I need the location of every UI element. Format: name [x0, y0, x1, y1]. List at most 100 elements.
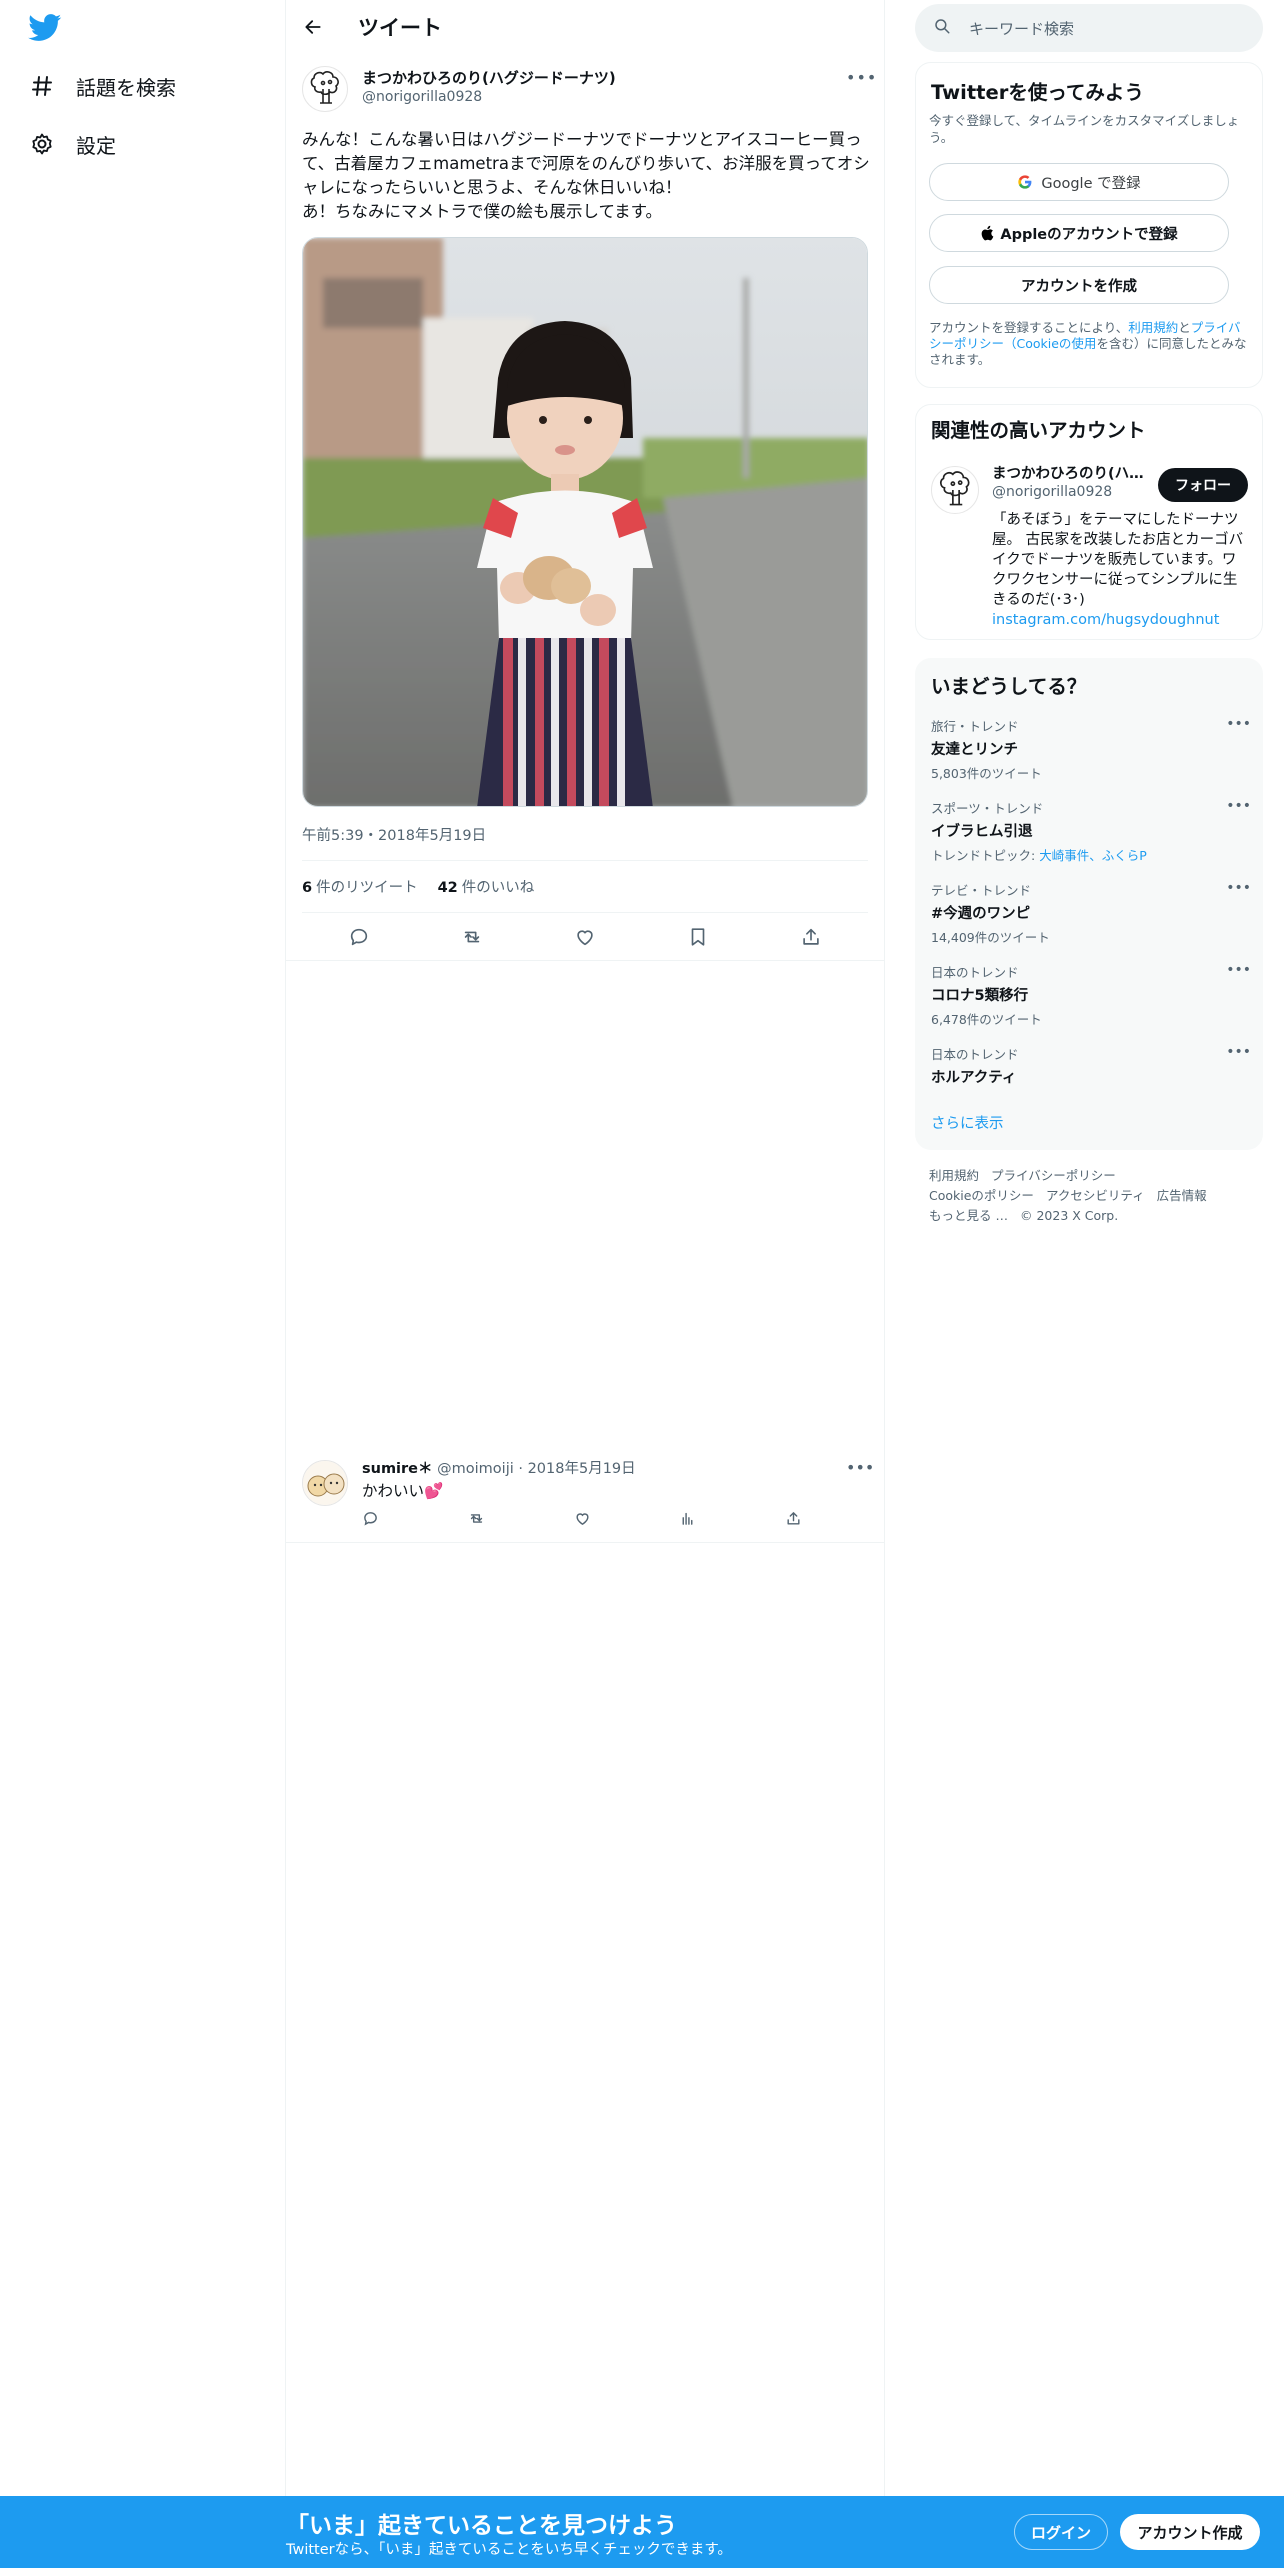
related-accounts-title: 関連性の高いアカウント: [931, 419, 1146, 442]
divider: [302, 860, 868, 861]
trend-item[interactable]: 日本のトレンド ホルアクティ •••: [931, 1044, 1251, 1087]
trend-topics-links[interactable]: 大崎事件、ふくらP: [1039, 848, 1147, 863]
trend-topics-label: トレンドトピック:: [931, 848, 1040, 863]
trend-title: コロナ5類移行: [931, 988, 1029, 1004]
nav-explore-label: 話題を検索: [76, 75, 176, 100]
related-account-avatar[interactable]: [931, 466, 979, 514]
create-account-button[interactable]: アカウントを作成: [929, 266, 1229, 304]
signup-title: Twitterを使ってみよう: [931, 81, 1144, 104]
more-options-icon[interactable]: •••: [846, 68, 877, 87]
search-icon: [933, 17, 951, 39]
signup-button[interactable]: アカウント作成: [1120, 2514, 1260, 2550]
trend-topics: トレンドトピック: 大崎事件、ふくらP: [931, 845, 1251, 864]
footer-privacy-link[interactable]: プライバシーポリシー: [991, 1168, 1116, 1183]
retweet-count-value: 6: [302, 880, 313, 896]
trend-item[interactable]: 日本のトレンド コロナ5類移行 6,478件のツイート •••: [931, 962, 1251, 1028]
tweet-author-avatar[interactable]: [302, 66, 348, 112]
more-options-icon[interactable]: •••: [1226, 880, 1251, 896]
reply-header: sumire＊ @moimoiji · 2018年5月19日: [362, 1457, 636, 1478]
terms-and: と: [1178, 320, 1191, 335]
page-title: ツイート: [358, 16, 442, 40]
tweet-actions: [302, 922, 868, 956]
tweet-author-handle[interactable]: @norigorilla0928: [362, 89, 482, 105]
reply-icon[interactable]: [348, 926, 370, 952]
trend-title: ホルアクティ: [931, 1070, 1017, 1086]
retweet-count[interactable]: 6 件のリツイート: [302, 876, 418, 897]
bio-text: 「あそぼう」をテーマにしたドーナツ屋。 古民家を改装したお店とカーゴバイクでドー…: [992, 512, 1244, 608]
google-signup-button[interactable]: Google で登録: [929, 163, 1229, 201]
trend-category: 日本のトレンド: [931, 965, 1019, 980]
search-placeholder: キーワード検索: [969, 19, 1075, 38]
share-icon[interactable]: [785, 1510, 802, 1531]
login-button[interactable]: ログイン: [1014, 2514, 1108, 2550]
tweet-author-name[interactable]: まつかわひろのり(ハグジードーナツ): [362, 67, 616, 88]
reply-text: かわいい💕: [362, 1482, 444, 1500]
trends-title: いまどうしてる？: [931, 675, 1087, 698]
trend-category: 日本のトレンド: [931, 1047, 1019, 1062]
footer-terms-link[interactable]: 利用規約: [929, 1168, 979, 1183]
trend-title: 友達とリンチ: [931, 742, 1018, 758]
tweet-photo[interactable]: [302, 237, 868, 807]
more-options-icon[interactable]: •••: [1226, 798, 1251, 814]
like-count[interactable]: 42 件のいいね: [438, 876, 535, 897]
apple-icon: [980, 225, 994, 241]
trend-title: イブラヒム引退: [931, 824, 1033, 840]
trend-count: 14,409件のツイート: [931, 930, 1050, 945]
bio-link[interactable]: instagram.com/hugsydoughnut: [992, 610, 1248, 630]
gear-icon: [26, 128, 58, 160]
follow-button[interactable]: フォロー: [1158, 468, 1248, 502]
related-account-name[interactable]: まつかわひろのり(ハグジードーナツ): [992, 462, 1144, 483]
like-icon[interactable]: [574, 926, 596, 952]
tweet-timestamp[interactable]: 午前5:39・2018年5月19日: [302, 824, 486, 845]
show-more-link[interactable]: さらに表示: [931, 1112, 1004, 1133]
footer-cookie-link[interactable]: Cookieのポリシー: [929, 1188, 1034, 1203]
analytics-icon[interactable]: [679, 1510, 696, 1531]
trend-item[interactable]: スポーツ・トレンド イブラヒム引退 トレンドトピック: 大崎事件、ふくらP ••…: [931, 798, 1251, 864]
nav-explore[interactable]: 話題を検索: [26, 64, 176, 108]
trend-title: #今週のワンピ: [931, 906, 1031, 922]
apple-signup-label: Appleのアカウントで登録: [1000, 226, 1178, 243]
google-icon: [1017, 174, 1033, 190]
reply-author-name[interactable]: sumire＊: [362, 1461, 433, 1477]
trend-category: 旅行・トレンド: [931, 719, 1019, 734]
more-options-icon[interactable]: •••: [1226, 962, 1251, 978]
reply-actions: [362, 1508, 802, 1532]
footer-ads-link[interactable]: 広告情報: [1157, 1188, 1207, 1203]
back-arrow-icon[interactable]: [300, 14, 326, 40]
reply-icon[interactable]: [362, 1510, 379, 1531]
retweet-icon[interactable]: [461, 926, 483, 952]
footer-more-link[interactable]: もっと見る …: [929, 1208, 1008, 1223]
retweet-count-label: 件のリツイート: [316, 880, 418, 896]
twitter-logo-icon[interactable]: [28, 14, 62, 42]
more-options-icon[interactable]: •••: [1226, 716, 1251, 732]
trend-category: テレビ・トレンド: [931, 883, 1032, 898]
hashtag-icon: [26, 70, 58, 102]
retweet-icon[interactable]: [468, 1510, 485, 1531]
nav-settings-label: 設定: [76, 133, 116, 158]
terms-link[interactable]: 利用規約: [1128, 320, 1178, 335]
terms-prefix: アカウントを登録することにより、: [929, 320, 1129, 335]
footer-accessibility-link[interactable]: アクセシビリティ: [1046, 1188, 1145, 1203]
bookmark-icon[interactable]: [687, 926, 709, 952]
reply-author-avatar[interactable]: [302, 1460, 348, 1506]
related-account-handle[interactable]: @norigorilla0928: [992, 484, 1112, 500]
trend-item[interactable]: 旅行・トレンド 友達とリンチ 5,803件のツイート •••: [931, 716, 1251, 782]
search-input[interactable]: キーワード検索: [915, 4, 1263, 52]
more-options-icon[interactable]: •••: [1226, 1044, 1251, 1060]
apple-signup-button[interactable]: Appleのアカウントで登録: [929, 214, 1229, 252]
share-icon[interactable]: [800, 926, 822, 952]
bottom-bar-title: 「いま」起きていることを見つけよう: [286, 2513, 677, 2539]
bottom-bar-subtitle: Twitterなら、「いま」起きていることをいち早くチェックできます。: [286, 2542, 732, 2558]
nav-settings[interactable]: 設定: [26, 122, 116, 166]
tweet-text: みんな！こんな暑い日はハグジードーナツでドーナツとアイスコーヒー買って、古着屋カ…: [302, 130, 870, 221]
reply-date[interactable]: 2018年5月19日: [528, 1461, 636, 1477]
separator-dot: ·: [518, 1461, 523, 1477]
reply-author-handle[interactable]: @moimoiji: [437, 1461, 514, 1477]
like-count-label: 件のいいね: [461, 880, 535, 896]
more-options-icon[interactable]: •••: [846, 1458, 874, 1477]
trend-count: 6,478件のツイート: [931, 1012, 1042, 1027]
trend-item[interactable]: テレビ・トレンド #今週のワンピ 14,409件のツイート •••: [931, 880, 1251, 946]
divider: [302, 912, 868, 913]
divider: [286, 960, 884, 961]
like-icon[interactable]: [574, 1510, 591, 1531]
